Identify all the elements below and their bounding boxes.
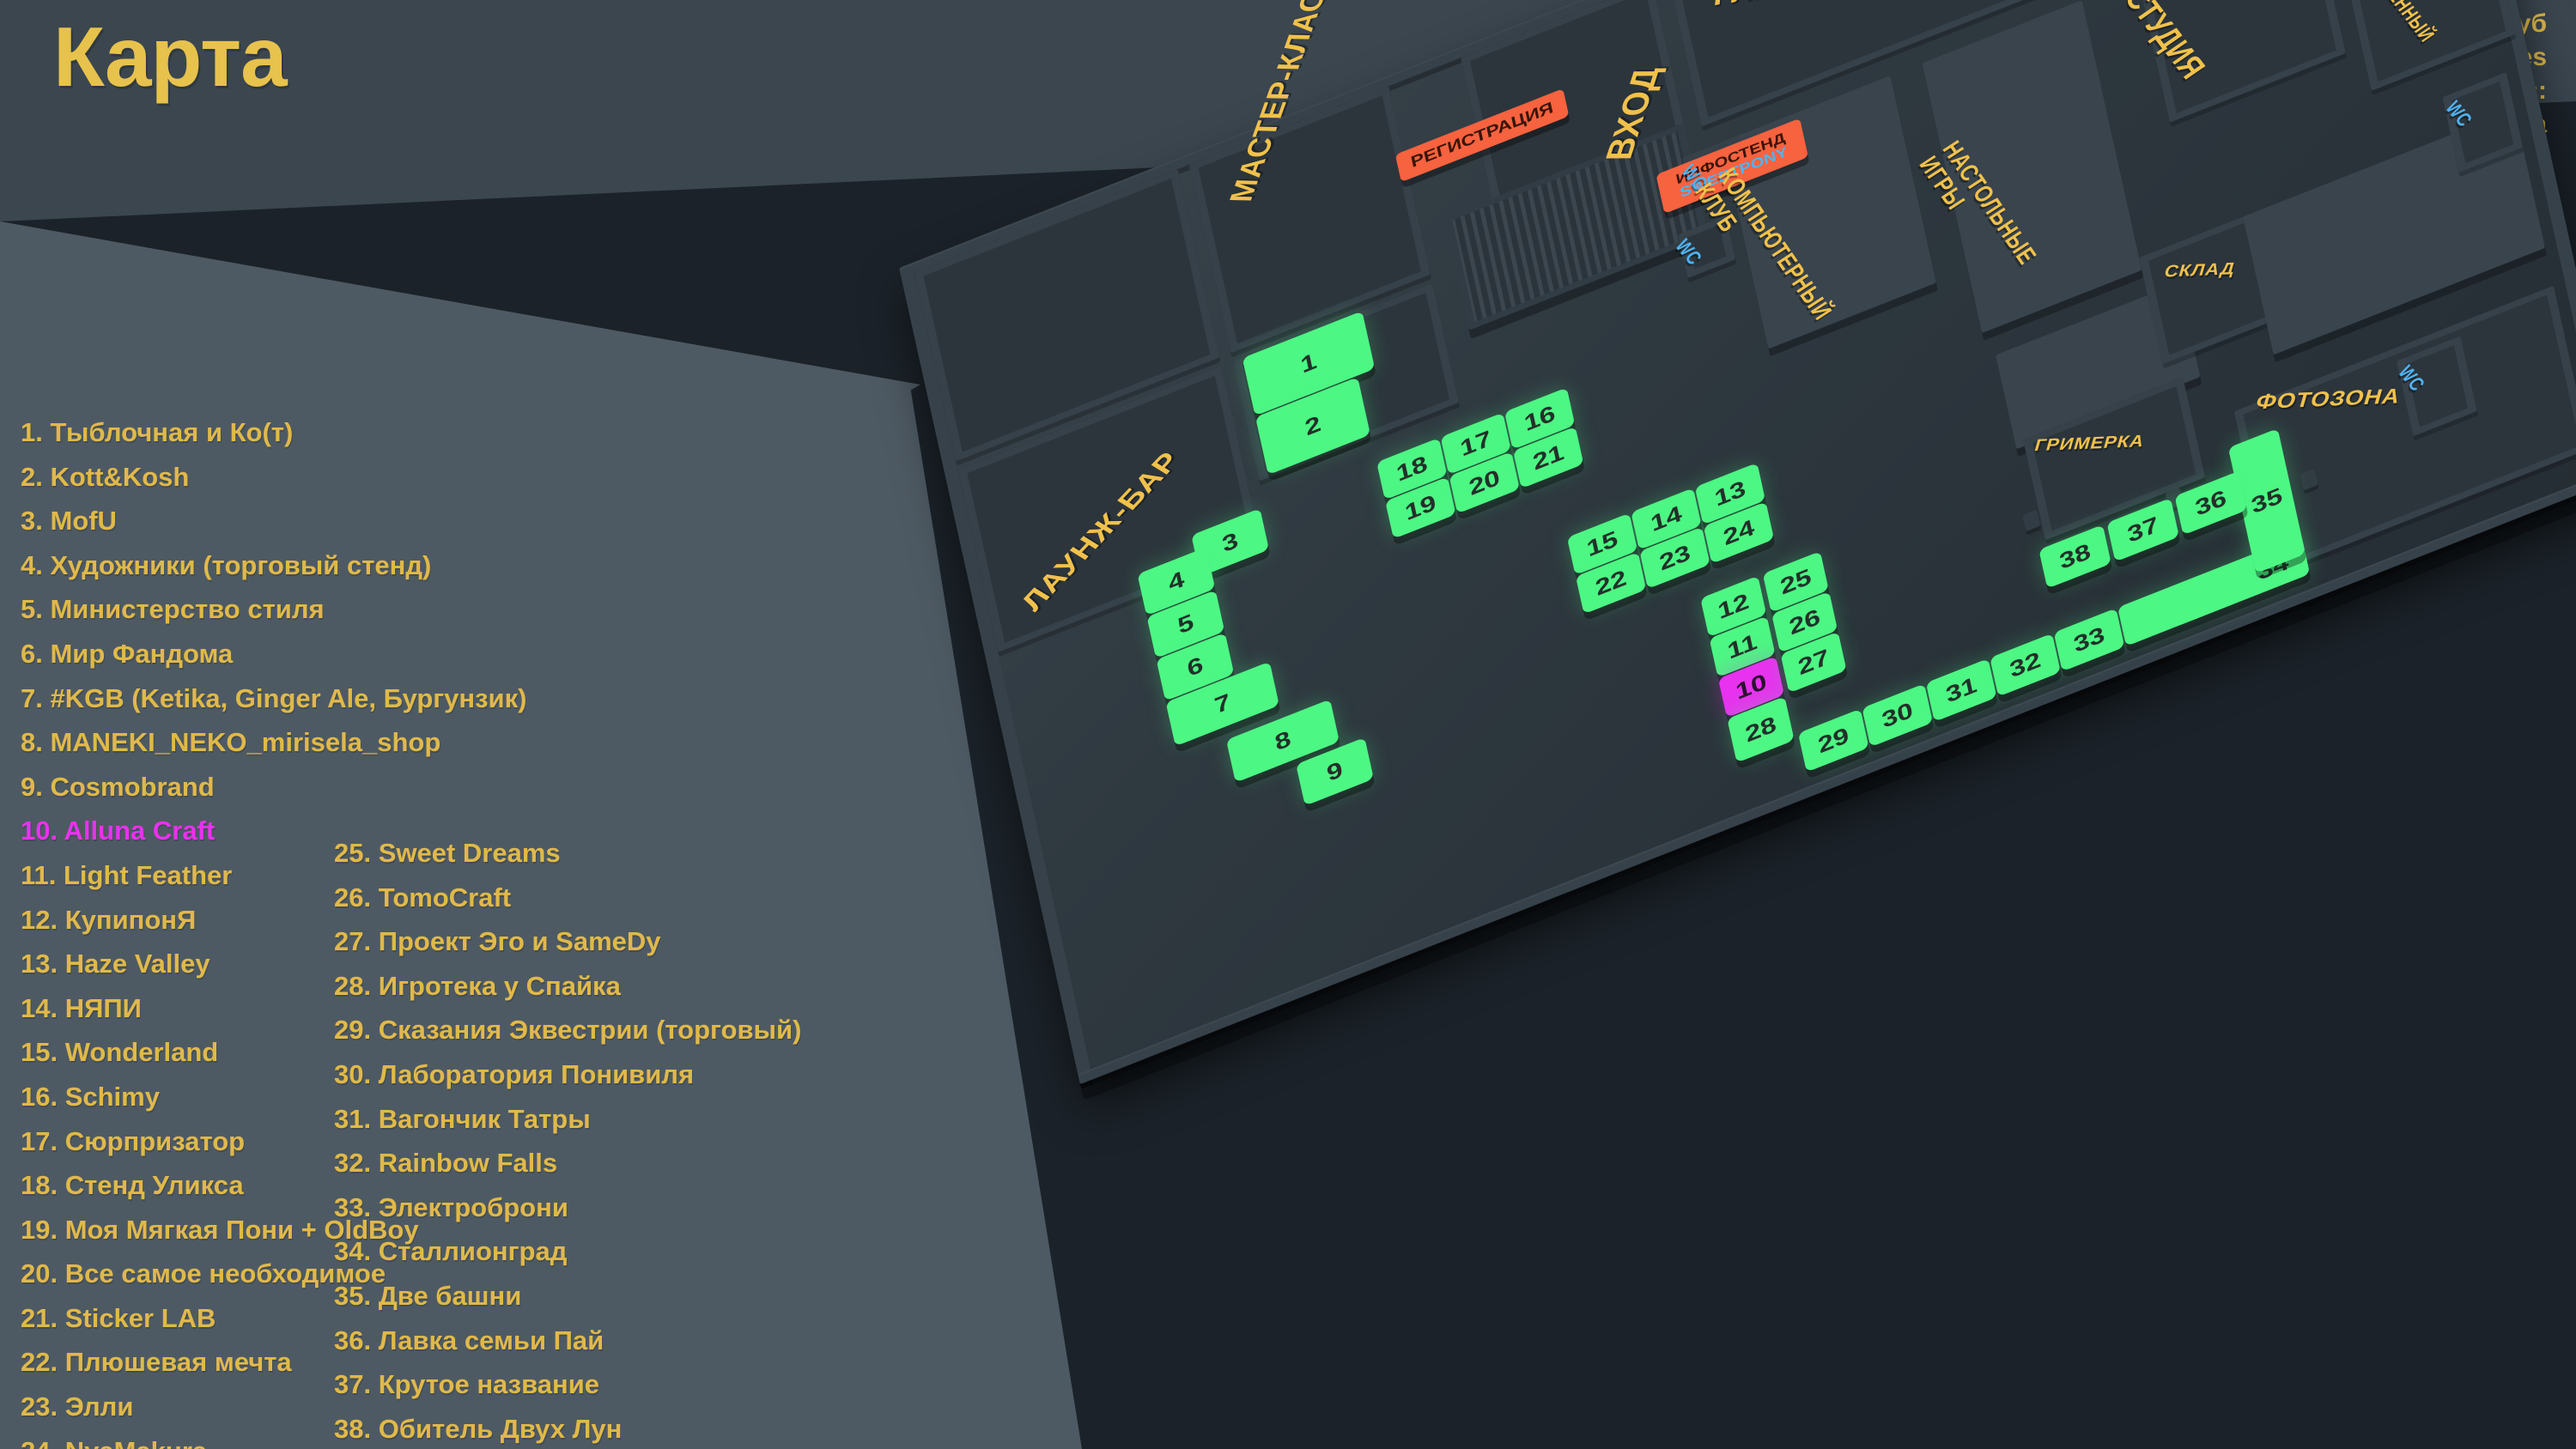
legend-item: 4. Художники (торговый стенд): [21, 549, 432, 580]
label-storage: СКЛАД: [2161, 259, 2238, 282]
legend-item: 26. TomoCraft: [334, 882, 512, 912]
page-title: Карта: [53, 9, 288, 104]
legend-item: 32. Rainbow Falls: [334, 1148, 558, 1179]
legend-item: 38. Обитель Двух Лун: [334, 1413, 623, 1444]
legend-item: 8. MANEKI_NEKO_mirisela_shop: [21, 727, 441, 758]
legend-item: 7. #KGB (Ketika, Ginger Ale, Бургунзик): [21, 682, 527, 713]
legend-item: 35. Две башни: [334, 1280, 522, 1311]
legend-item: 1. Тыблочная и Ко(т): [21, 417, 294, 447]
legend-item: 33. Электроброни: [334, 1191, 568, 1222]
legend-item: 37. Крутое название: [334, 1369, 600, 1400]
legend-item: 36. Лавка семьи Пай: [334, 1325, 605, 1355]
legend-item: 34. Сталлионград: [334, 1236, 568, 1267]
legend-item: 9. Cosmobrand: [21, 771, 215, 802]
legend-item: 25. Sweet Dreams: [334, 838, 561, 868]
legend-item: 31. Вагончик Татры: [334, 1103, 591, 1134]
legend-item: 30. Лаборатория Понивиля: [334, 1058, 695, 1089]
legend-item: 2. Kott&Kosh: [21, 461, 190, 492]
map-poster: Карта 1. Тыблочная и Ко(т) 2. Kott&Kosh 3.…: [0, 0, 2576, 1449]
legend-item: 27. Проект Эго и SameDy: [334, 926, 661, 957]
legend-item: 5. Министерство стиля: [21, 594, 325, 625]
legend-item: 29. Сказания Эквестрии (торговый): [334, 1015, 802, 1046]
legend-item: 3. MofU: [21, 506, 117, 537]
legend-item: 28. Игротека у Спайка: [334, 970, 621, 1001]
legend-item: 6. Мир Фандома: [21, 638, 234, 669]
legend-column-b: 25. Sweet Dreams 26. TomoCraft 27. Проект …: [334, 831, 801, 1449]
